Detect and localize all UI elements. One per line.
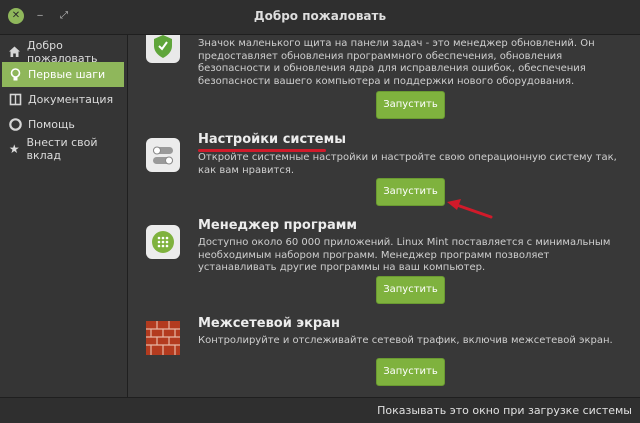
main-panel: Значок маленького щита на панели задач -…	[128, 35, 640, 397]
entry-description: Откройте системные настройки и настройте…	[198, 152, 617, 176]
sidebar-item-help[interactable]: Помощь	[2, 112, 124, 137]
sidebar-item-label: Первые шаги	[28, 68, 106, 81]
shield-icon	[146, 35, 180, 63]
sidebar-item-documentation[interactable]: Документация	[2, 87, 124, 112]
book-icon	[8, 93, 22, 107]
red-arrow-annotation	[447, 199, 493, 219]
entry-description: Значок маленького щита на панели задач -…	[198, 38, 595, 87]
settings-toggle-icon	[146, 138, 180, 172]
firewall-brick-icon	[146, 321, 180, 355]
status-bar: Показывать это окно при загрузке системы	[0, 397, 640, 423]
entry-description: Контролируйте и отслеживайте сетевой тра…	[198, 335, 613, 346]
launch-software-manager-button[interactable]: Запустить	[376, 276, 445, 304]
lightbulb-icon	[8, 67, 22, 82]
sidebar-item-label: Документация	[28, 93, 114, 106]
sidebar-item-label: Добро пожаловать	[27, 38, 98, 65]
entry-description: Доступно около 60 000 приложений. Linux …	[198, 237, 611, 273]
sidebar-item-label: Помощь	[28, 118, 75, 131]
software-manager-icon	[146, 225, 180, 259]
entry-title: Менеджер программ	[198, 218, 357, 233]
sidebar-item-welcome[interactable]: Добро пожаловать	[2, 38, 124, 65]
launch-system-settings-button[interactable]: Запустить	[376, 178, 445, 206]
star-icon: ★	[8, 141, 20, 156]
launch-update-manager-button[interactable]: Запустить	[376, 91, 445, 119]
sidebar-item-contribute[interactable]: ★ Внести свой вклад	[2, 135, 124, 162]
entry-title: Межсетевой экран	[198, 316, 340, 331]
sidebar-item-label: Внести свой вклад	[26, 135, 98, 162]
sidebar-item-first-steps[interactable]: Первые шаги	[2, 62, 124, 87]
sidebar: Добро пожаловать Первые шаги Документаци…	[0, 35, 128, 397]
title-bar: ✕ ‒ ⤢ Добро пожаловать	[0, 0, 640, 35]
home-icon	[8, 45, 21, 59]
window-title: Добро пожаловать	[253, 9, 387, 23]
launch-firewall-button[interactable]: Запустить	[376, 358, 445, 386]
show-on-startup-toggle[interactable]: Показывать это окно при загрузке системы	[377, 404, 632, 417]
lifebuoy-icon	[8, 118, 22, 132]
entry-title: Настройки системы	[198, 132, 346, 147]
